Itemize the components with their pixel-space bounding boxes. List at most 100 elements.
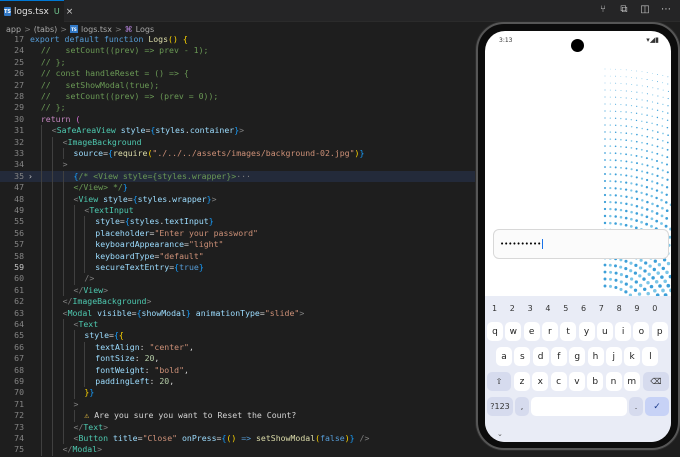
number-key[interactable]: 1	[492, 304, 497, 313]
compare-changes-icon[interactable]: ⧉	[618, 4, 630, 15]
keyboard-hide-chevron-icon[interactable]: ⌄	[497, 430, 503, 438]
keyboard-row: asdfghjkl	[485, 347, 671, 369]
breadcrumb-symbol[interactable]: Logs	[136, 25, 154, 34]
pattern-dot	[657, 102, 659, 104]
letter-key[interactable]: j	[605, 347, 622, 366]
pattern-dot	[661, 288, 665, 293]
pattern-dot	[635, 219, 638, 222]
line-number: 69	[14, 376, 24, 386]
number-key[interactable]: 2	[510, 304, 515, 313]
letter-key[interactable]: o	[633, 322, 650, 341]
letter-key[interactable]: s	[514, 347, 531, 366]
letter-key[interactable]: g	[569, 347, 586, 366]
letter-key[interactable]: k	[624, 347, 641, 366]
letter-key[interactable]: h	[587, 347, 604, 366]
split-editor-icon[interactable]: ◫	[639, 4, 651, 15]
number-key[interactable]: 8	[617, 304, 622, 313]
indent-guide	[40, 398, 42, 411]
space-key[interactable]	[531, 397, 627, 416]
letter-key[interactable]: n	[605, 372, 622, 391]
pattern-dot	[662, 110, 664, 113]
number-key[interactable]: 7	[599, 304, 604, 313]
pattern-dot	[609, 103, 611, 105]
pattern-dot	[609, 75, 611, 77]
pattern-dot	[652, 87, 654, 89]
indent-guide	[40, 273, 42, 285]
pattern-dot	[609, 96, 611, 98]
letter-key[interactable]: u	[596, 322, 613, 341]
letter-key[interactable]: v	[568, 372, 585, 391]
enter-check-icon[interactable]: ✓	[645, 397, 669, 416]
comma-key[interactable]: ,	[515, 397, 529, 416]
more-actions-icon[interactable]: ⋯	[660, 4, 672, 15]
source-control-icon[interactable]: ⑂	[597, 4, 609, 15]
breadcrumb-app[interactable]: app	[6, 25, 21, 34]
pattern-dot	[609, 159, 612, 162]
pattern-dot	[615, 89, 617, 91]
tab-close-icon[interactable]: ×	[66, 7, 74, 17]
letter-key[interactable]: y	[578, 322, 595, 341]
number-key[interactable]: 3	[528, 304, 533, 313]
pattern-dot	[604, 117, 606, 119]
code-token: onPress	[182, 433, 217, 443]
pattern-dot	[630, 140, 633, 142]
line-number: 47	[14, 182, 24, 193]
code-token: :	[139, 341, 150, 352]
breadcrumb-tabs[interactable]: (tabs)	[34, 25, 58, 34]
number-key[interactable]: 6	[581, 304, 586, 313]
letter-key[interactable]: a	[496, 347, 512, 366]
indent-guide	[40, 296, 42, 308]
tab-logs-tsx[interactable]: TS logs.tsx U ×	[0, 0, 73, 22]
pattern-dot	[639, 283, 643, 288]
pattern-dot	[667, 76, 669, 78]
number-key[interactable]: 4	[545, 304, 550, 313]
breadcrumb-file[interactable]: logs.tsx	[81, 25, 112, 34]
symbols-key[interactable]: ?123	[487, 397, 513, 416]
letter-key[interactable]: x	[532, 372, 549, 391]
indent-guide	[62, 250, 64, 262]
number-key[interactable]: 5	[563, 304, 568, 313]
password-input[interactable]: ••••••••••	[493, 229, 669, 259]
pattern-dot	[656, 182, 659, 185]
letter-key[interactable]: z	[514, 372, 530, 391]
chevron-right-icon: >	[114, 24, 122, 34]
pattern-dot	[653, 289, 657, 293]
indent-guide	[62, 376, 64, 388]
backspace-key-icon[interactable]: ⌫	[643, 372, 669, 391]
letter-key[interactable]: r	[541, 322, 558, 341]
letter-key[interactable]: i	[615, 322, 632, 341]
pattern-dot	[604, 68, 606, 70]
pattern-dot	[656, 167, 659, 170]
letter-key[interactable]: e	[523, 322, 540, 341]
fold-chevron-icon[interactable]: ›	[28, 171, 33, 182]
letter-key[interactable]: c	[550, 372, 567, 391]
pattern-dot	[656, 271, 660, 275]
number-key[interactable]: 9	[634, 304, 639, 313]
number-key[interactable]: 0	[652, 304, 657, 313]
letter-key[interactable]: w	[505, 322, 522, 341]
phone-screen[interactable]: 3:13 ▾◢▮ •••••••••• 1 2 3 4 5 6 7 8 9 0 qwertyuiop…	[485, 31, 671, 442]
pattern-dot	[625, 174, 628, 177]
tab-untracked-status: U	[53, 7, 60, 16]
letter-key[interactable]: l	[642, 347, 659, 366]
indent-guide	[51, 364, 53, 376]
pattern-dot	[641, 141, 643, 144]
pattern-dot	[641, 120, 643, 123]
pattern-dot	[665, 163, 669, 166]
letter-key[interactable]: q	[487, 322, 503, 341]
letter-key[interactable]: m	[623, 372, 640, 391]
letter-key[interactable]: f	[550, 347, 567, 366]
letter-key[interactable]: p	[651, 322, 668, 341]
pattern-dot	[657, 88, 659, 90]
letter-key[interactable]: t	[560, 322, 577, 341]
code-token: Text	[83, 421, 104, 432]
pattern-dot	[651, 80, 653, 81]
pattern-dot	[609, 193, 612, 197]
shift-key-icon[interactable]: ⇧	[487, 372, 511, 391]
pattern-dot	[614, 166, 617, 169]
letter-key[interactable]: b	[587, 372, 604, 391]
pattern-dot	[619, 201, 623, 205]
letter-key[interactable]: d	[532, 347, 549, 366]
period-key[interactable]: .	[629, 397, 643, 416]
pattern-dot	[615, 96, 617, 98]
